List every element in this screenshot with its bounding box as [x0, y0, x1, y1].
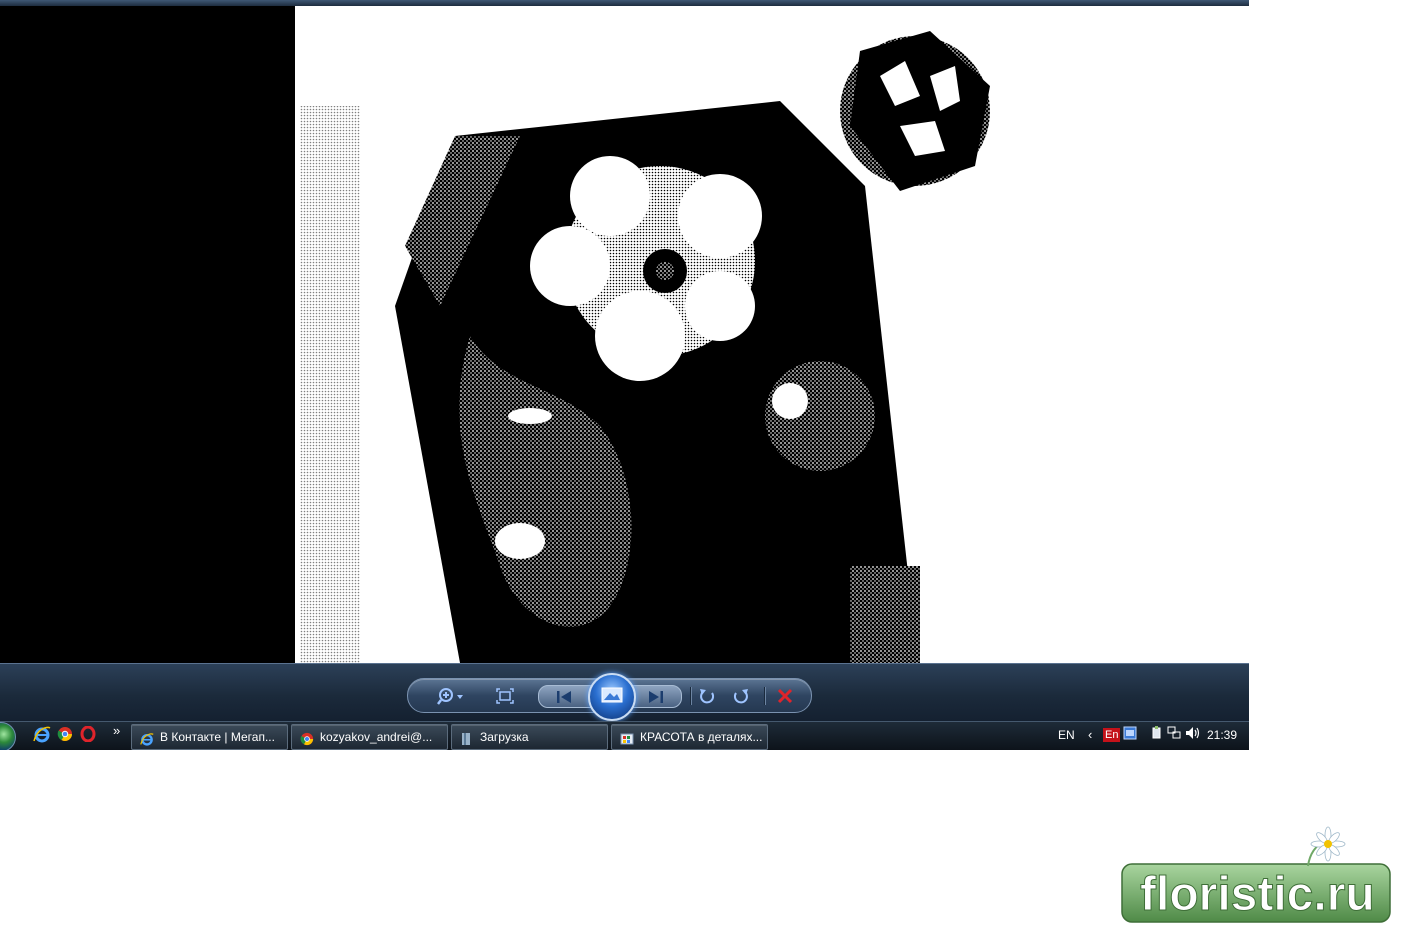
task-label: В Контакте | Мегап... [160, 730, 275, 744]
rotate-counterclockwise-button[interactable] [690, 679, 724, 712]
internet-explorer-icon [140, 730, 154, 746]
rotate-counterclockwise-icon [698, 687, 716, 705]
previous-button[interactable] [547, 680, 581, 713]
photo-viewer-canvas [0, 6, 1249, 663]
opera-icon [80, 725, 96, 747]
quick-launch-ie[interactable] [33, 725, 51, 748]
actual-size-button[interactable] [488, 679, 522, 712]
task-label: КРАСОТА в деталях... [640, 730, 763, 744]
rotate-clockwise-button[interactable] [724, 679, 758, 712]
previous-icon [555, 690, 573, 704]
tray-volume-icon[interactable] [1185, 726, 1201, 745]
taskbar-item-mail[interactable]: kozyakov_andrei@... [291, 724, 448, 750]
actual-size-icon [496, 687, 514, 704]
folder-icon [460, 730, 474, 745]
desktop-screen: » В Контакте | Мегап... kozyakov_andrei@… [0, 0, 1249, 750]
viewer-toolbar [0, 663, 1249, 722]
network-icon [1167, 726, 1181, 745]
toolbar-separator [764, 687, 765, 705]
language-indicator[interactable]: EN [1058, 722, 1075, 748]
cheek-highlight [495, 523, 545, 559]
volume-icon [1185, 726, 1201, 745]
input-method-indicator[interactable]: En [1103, 728, 1121, 742]
tray-app-icon[interactable] [1122, 726, 1138, 745]
rotate-clockwise-icon [732, 687, 750, 705]
next-button[interactable] [639, 680, 673, 713]
slideshow-button[interactable] [588, 673, 636, 721]
taskbar: » В Контакте | Мегап... kozyakov_andrei@… [0, 721, 1249, 750]
safely-remove-icon [1150, 725, 1164, 745]
floristic-watermark: floristic.ru [1118, 826, 1398, 931]
quick-launch-chrome[interactable] [56, 726, 74, 747]
quick-launch-more[interactable]: » [113, 723, 120, 738]
slideshow-icon [601, 686, 623, 709]
task-label: kozyakov_andrei@... [320, 730, 433, 744]
photo-viewer-icon [620, 730, 634, 745]
watermark-text: floristic.ru [1140, 868, 1375, 921]
left-black-band [0, 6, 295, 663]
system-clock[interactable]: 21:39 [1207, 722, 1237, 748]
floristic-logo: floristic.ru [1121, 826, 1391, 923]
viewer-controls [407, 673, 812, 721]
taskbar-item-vkontakte[interactable]: В Контакте | Мегап... [131, 724, 288, 750]
delete-icon [777, 688, 793, 704]
delete-button[interactable] [768, 679, 802, 712]
zoom-button[interactable] [430, 679, 474, 712]
next-icon [647, 690, 665, 704]
eye-highlight [508, 408, 552, 424]
app-window-icon [1123, 726, 1137, 745]
chrome-icon [300, 730, 314, 746]
taskbar-item-photo-viewer[interactable]: КРАСОТА в деталях... [611, 724, 768, 750]
taskbar-item-downloads[interactable]: Загрузка [451, 724, 608, 750]
show-hidden-icons-button[interactable]: ‹ [1088, 722, 1092, 748]
quick-launch-opera[interactable] [79, 725, 97, 747]
chrome-icon [57, 726, 73, 747]
internet-explorer-icon [33, 725, 51, 748]
tray-device-icon[interactable] [1149, 725, 1165, 745]
monochrome-portrait-image [0, 6, 1249, 663]
tray-network-icon[interactable] [1166, 726, 1182, 745]
start-button[interactable] [0, 722, 16, 750]
zoom-icon [437, 687, 467, 705]
task-label: Загрузка [480, 730, 529, 744]
